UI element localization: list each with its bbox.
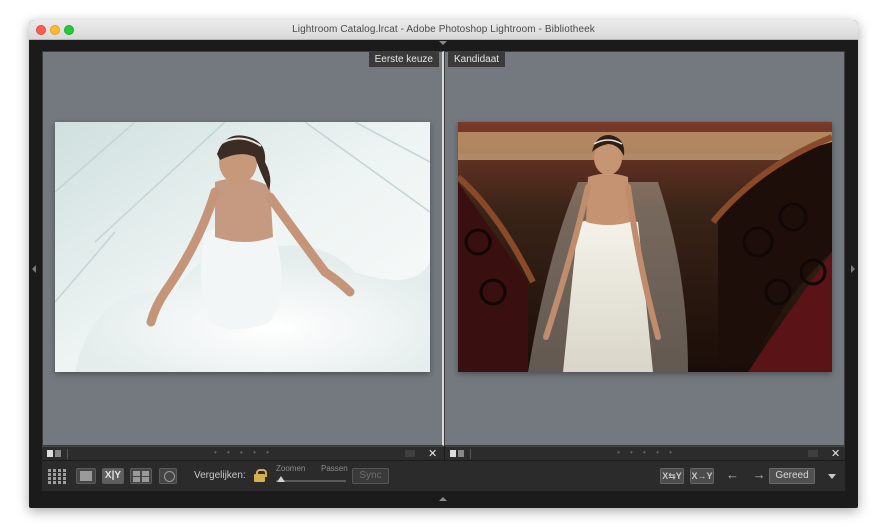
compare-view-icon[interactable]: X|Y bbox=[102, 468, 124, 484]
lightroom-window: Lightroom Catalog.lrcat - Adobe Photosho… bbox=[29, 20, 858, 508]
fit-label: Passen bbox=[321, 464, 348, 473]
pick-flag-icon[interactable] bbox=[450, 450, 456, 457]
left-panel-toggle-icon[interactable] bbox=[32, 265, 36, 273]
window-title: Lightroom Catalog.lrcat - Adobe Photosho… bbox=[292, 24, 595, 35]
candidate-pane-bar: • • • • • ✕ bbox=[445, 446, 845, 460]
zoom-slider-thumb[interactable] bbox=[277, 476, 285, 482]
color-label-box[interactable] bbox=[405, 450, 415, 457]
done-button[interactable]: Gereed bbox=[769, 468, 815, 484]
navigate-arrows-icon[interactable]: ← → bbox=[726, 467, 771, 482]
zoom-slider-track[interactable] bbox=[276, 480, 346, 482]
divider bbox=[67, 449, 68, 459]
bottom-panel-toggle-icon[interactable] bbox=[439, 497, 447, 501]
compare-toolbar: X|Y Vergelijken: Zoomen Passen Sync X⇆Y … bbox=[42, 461, 845, 491]
select-photo[interactable] bbox=[55, 122, 430, 372]
grid-view-icon[interactable] bbox=[48, 468, 68, 484]
color-label-box[interactable] bbox=[808, 450, 818, 457]
select-pane[interactable]: Eerste keuze bbox=[42, 51, 444, 446]
loupe-view-icon[interactable] bbox=[76, 468, 96, 484]
right-panel-toggle-icon[interactable] bbox=[851, 265, 855, 273]
lock-icon[interactable] bbox=[254, 469, 267, 482]
select-label: Eerste keuze bbox=[368, 52, 439, 67]
swap-icon[interactable]: X⇆Y bbox=[660, 468, 684, 484]
close-icon[interactable]: ✕ bbox=[831, 447, 840, 460]
sync-button[interactable]: Sync bbox=[352, 468, 389, 484]
close-icon[interactable]: ✕ bbox=[428, 447, 437, 460]
reject-flag-icon[interactable] bbox=[458, 450, 464, 457]
make-select-icon[interactable]: X→Y bbox=[690, 468, 714, 484]
candidate-label: Kandidaat bbox=[448, 52, 506, 67]
divider bbox=[470, 449, 471, 459]
survey-view-icon[interactable] bbox=[130, 468, 152, 484]
select-pane-bar: • • • • • ✕ bbox=[42, 446, 444, 460]
compare-label: Vergelijken: bbox=[194, 470, 246, 481]
zoom-label: Zoomen bbox=[276, 464, 306, 473]
rating-dots[interactable]: • • • • • bbox=[617, 448, 676, 457]
candidate-pane[interactable]: Kandidaat bbox=[444, 51, 845, 446]
pick-flag-icon[interactable] bbox=[47, 450, 53, 457]
title-bar: Lightroom Catalog.lrcat - Adobe Photosho… bbox=[29, 20, 858, 40]
top-panel-toggle-icon[interactable] bbox=[439, 41, 447, 45]
people-view-icon[interactable] bbox=[159, 468, 177, 484]
rating-dots[interactable]: • • • • • bbox=[214, 448, 273, 457]
chevron-down-icon[interactable] bbox=[828, 474, 836, 479]
bride-photo-white-floor bbox=[55, 122, 430, 372]
candidate-photo[interactable] bbox=[458, 122, 832, 372]
reject-flag-icon[interactable] bbox=[55, 450, 61, 457]
bride-photo-staircase bbox=[458, 122, 832, 372]
